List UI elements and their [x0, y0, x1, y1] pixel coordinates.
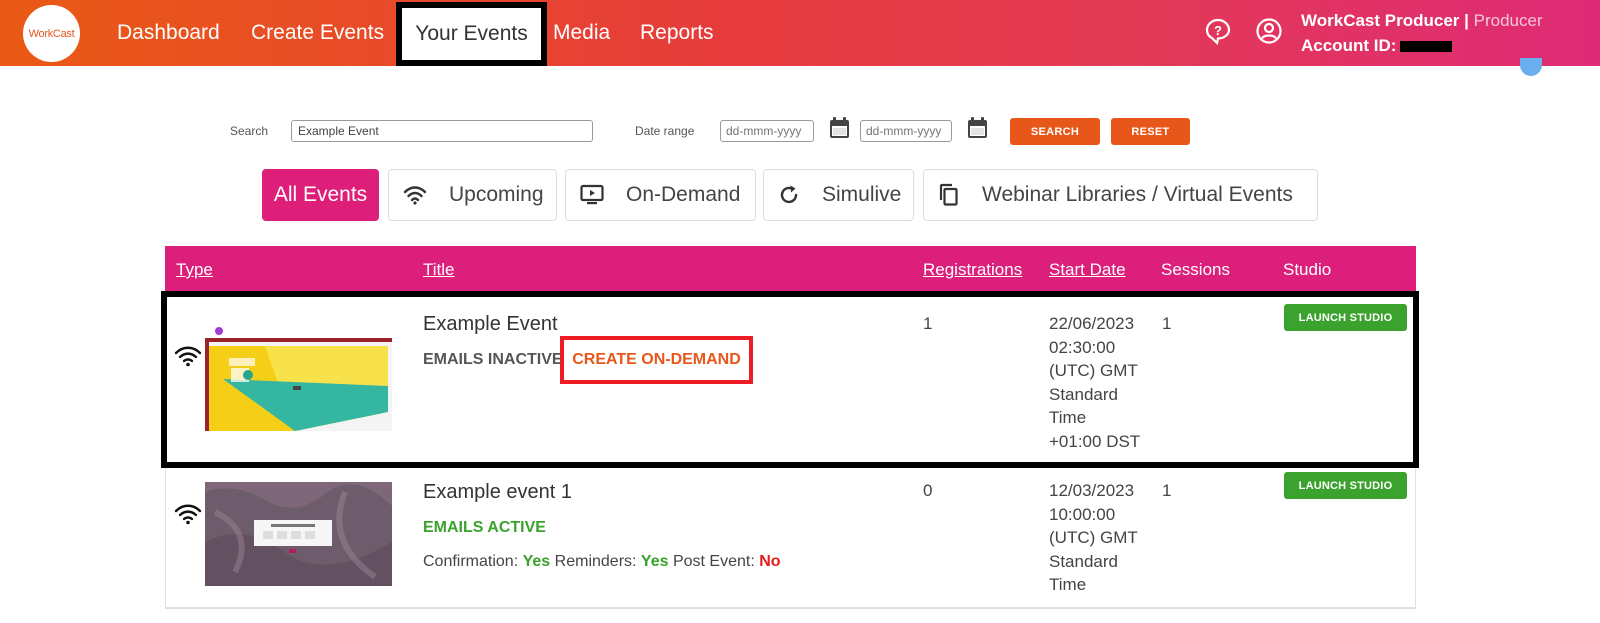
header-registrations[interactable]: Registrations [923, 260, 1022, 280]
wifi-icon [403, 186, 427, 205]
live-event-wifi-icon [174, 504, 202, 525]
reminders-label: Reminders: [554, 553, 637, 570]
event-thumbnail[interactable] [205, 482, 392, 586]
post-event-value: No [759, 553, 781, 570]
tab-upcoming[interactable]: Upcoming [388, 169, 557, 221]
nav-dashboard[interactable]: Dashboard [117, 0, 220, 66]
launch-studio-button[interactable]: LAUNCH STUDIO [1284, 472, 1407, 499]
nav-media[interactable]: Media [553, 0, 610, 66]
start-date-line: +01:00 DST [1049, 431, 1141, 451]
user-account-icon[interactable] [1255, 17, 1283, 45]
start-date-line: 10:00:00 [1049, 504, 1116, 524]
help-badge[interactable] [1520, 58, 1542, 76]
tab-all-events-label: All Events [273, 183, 368, 206]
sessions-count: 1 [1162, 314, 1172, 333]
header-start-date[interactable]: Start Date [1049, 260, 1126, 280]
account-id-redacted [1400, 41, 1453, 53]
user-name-text: WorkCast Producer [1301, 11, 1460, 30]
nav-create-events[interactable]: Create Events [251, 0, 384, 66]
account-id-label: Account ID: [1301, 36, 1397, 55]
tab-simulive-label: Simulive [822, 183, 902, 206]
top-nav-bar: WorkCast Dashboard Create Events Your Ev… [0, 0, 1600, 66]
start-date-line: (UTC) GMT [1049, 361, 1138, 380]
start-date: 22/06/2023 02:30:00 (UTC) GMT Standard T… [1049, 312, 1140, 453]
confirmation-label: Confirmation: [423, 553, 519, 570]
replay-icon [780, 185, 798, 204]
reset-button[interactable]: RESET [1111, 118, 1190, 145]
launch-studio-button[interactable]: LAUNCH STUDIO [1284, 304, 1407, 331]
registrations-count: 1 [923, 314, 933, 333]
header-title[interactable]: Title [423, 260, 455, 280]
tab-on-demand[interactable]: On-Demand [565, 169, 756, 221]
nav-reports[interactable]: Reports [640, 0, 714, 66]
start-date-line: Time [1049, 408, 1087, 427]
event-title[interactable]: Example event 1 [423, 481, 572, 504]
start-date-line: 02:30:00 [1049, 337, 1116, 357]
workcast-logo[interactable]: WorkCast [23, 5, 80, 62]
svg-text:?: ? [1214, 23, 1222, 38]
reminders-value: Yes [640, 553, 669, 570]
nav-your-events[interactable]: Your Events [396, 2, 547, 66]
user-role[interactable]: Producer [1474, 11, 1543, 30]
account-id: Account ID: [1301, 36, 1453, 56]
start-date-line: Standard [1049, 384, 1118, 404]
date-from-input[interactable] [720, 120, 814, 142]
header-studio: Studio [1283, 260, 1332, 279]
copy-icon [939, 183, 958, 206]
search-button[interactable]: SEARCH [1010, 118, 1100, 145]
tab-on-demand-label: On-Demand [626, 183, 741, 206]
header-sessions: Sessions [1161, 260, 1230, 279]
start-date-line: Standard [1049, 551, 1118, 571]
start-date-line: 12/03/2023 [1049, 481, 1135, 500]
registrations-count: 0 [923, 481, 933, 500]
sessions-count: 1 [1162, 481, 1172, 500]
start-date-line: 22/06/2023 [1049, 314, 1135, 333]
header-type[interactable]: Type [176, 260, 213, 280]
search-input[interactable] [291, 120, 593, 142]
events-table-header: Type Title Registrations Start Date Sess… [165, 246, 1416, 292]
email-settings-summary: Confirmation: Yes Reminders: Yes Post Ev… [423, 553, 781, 571]
start-date-line: Time [1049, 575, 1087, 594]
date-range-label: Date range [635, 124, 695, 138]
start-date-line: (UTC) GMT [1049, 528, 1138, 547]
tab-upcoming-label: Upcoming [449, 183, 544, 206]
monitor-play-icon [580, 184, 604, 205]
calendar-icon[interactable] [967, 117, 988, 139]
table-bottom-divider [165, 608, 1416, 609]
event-thumbnail[interactable] [205, 324, 392, 431]
calendar-icon[interactable] [829, 117, 850, 139]
help-icon[interactable]: ? [1204, 17, 1232, 45]
search-label: Search [230, 124, 269, 138]
post-event-label: Post Event: [672, 553, 755, 570]
create-on-demand-button[interactable]: CREATE ON-DEMAND [560, 336, 753, 384]
confirmation-value: Yes [522, 553, 551, 570]
live-event-wifi-icon [174, 346, 202, 367]
user-separator: | [1464, 11, 1469, 30]
user-name: WorkCast Producer | Producer [1301, 11, 1543, 31]
date-to-input[interactable] [860, 120, 952, 142]
emails-status: EMAILS ACTIVE [423, 519, 546, 536]
emails-status: EMAILS INACTIVE [423, 351, 563, 368]
tab-webinar-libraries-label: Webinar Libraries / Virtual Events [982, 183, 1293, 206]
start-date: 12/03/2023 10:00:00 (UTC) GMT Standard T… [1049, 479, 1138, 597]
tab-all-events[interactable]: All Events [262, 169, 379, 221]
event-title[interactable]: Example Event [423, 313, 558, 336]
tab-simulive[interactable]: Simulive [763, 169, 914, 221]
tab-webinar-libraries[interactable]: Webinar Libraries / Virtual Events [923, 169, 1318, 221]
